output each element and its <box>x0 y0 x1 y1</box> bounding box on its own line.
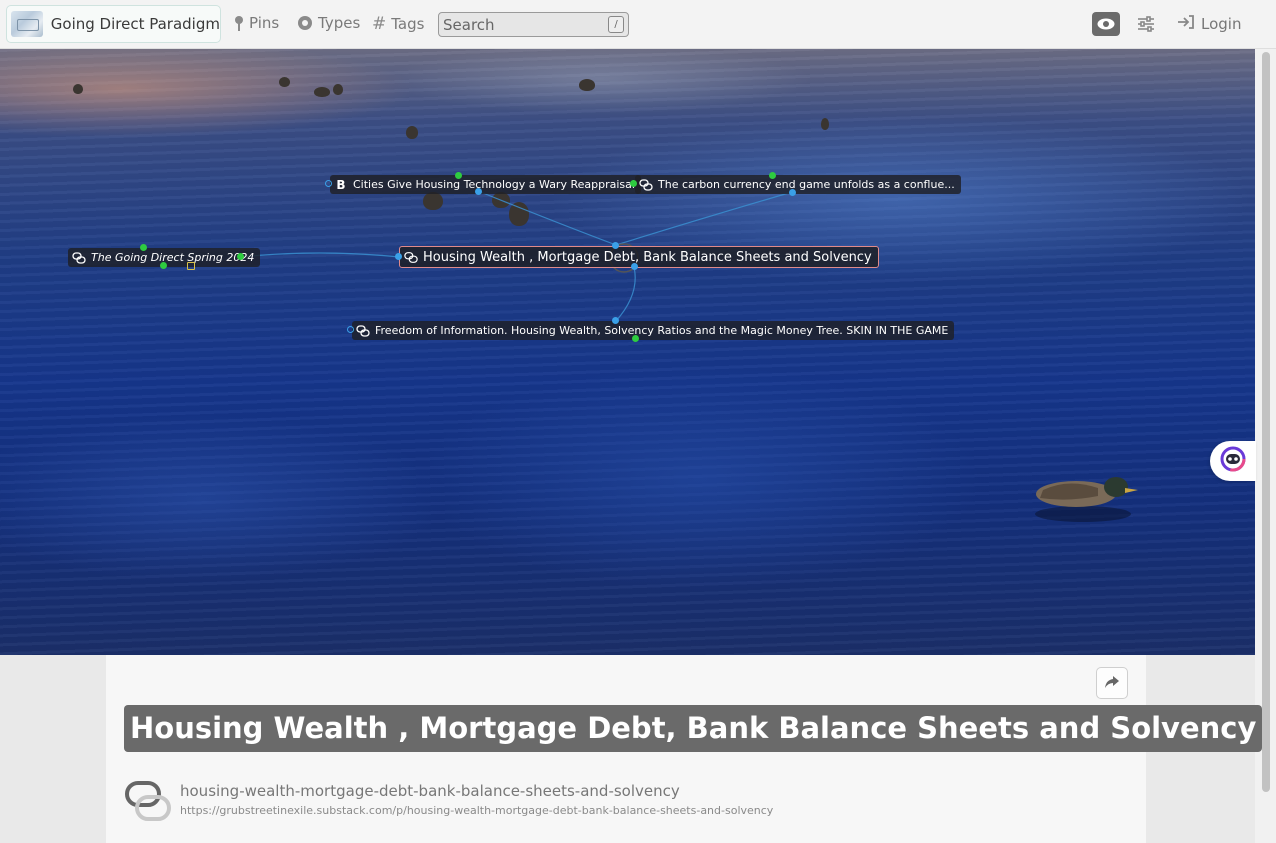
view-toggle-button[interactable] <box>1092 12 1120 36</box>
share-button[interactable] <box>1096 667 1128 699</box>
link-icon <box>639 178 653 192</box>
login-button[interactable]: Login <box>1177 14 1241 34</box>
login-label: Login <box>1201 15 1242 33</box>
graph-node-label: Freedom of Information. Housing Wealth, … <box>375 324 949 337</box>
connector-dot[interactable] <box>325 180 332 187</box>
connector-dot[interactable] <box>789 189 796 196</box>
graph-node[interactable]: Freedom of Information. Housing Wealth, … <box>352 321 955 340</box>
circle-icon <box>297 15 313 31</box>
connector-dot[interactable] <box>140 244 147 251</box>
note-icon[interactable] <box>187 262 195 270</box>
nav-types[interactable]: Types <box>297 14 360 32</box>
article-url[interactable]: https://grubstreetinexile.substack.com/p… <box>180 804 773 817</box>
graph-node[interactable]: The carbon currency end game unfolds as … <box>635 175 961 194</box>
pin-icon <box>234 15 244 31</box>
graph-node-label: Housing Wealth , Mortgage Debt, Bank Bal… <box>423 249 872 265</box>
article-title: Housing Wealth , Mortgage Debt, Bank Bal… <box>124 705 1263 752</box>
eye-icon <box>1097 15 1115 34</box>
search-input[interactable] <box>438 12 629 37</box>
connector-dot[interactable] <box>455 172 462 179</box>
brand-thumbnail <box>11 11 43 37</box>
login-icon <box>1177 14 1201 34</box>
connector-dot[interactable] <box>475 188 482 195</box>
link-icon <box>404 250 418 264</box>
chat-assistant-button[interactable] <box>1210 441 1256 481</box>
brand-button[interactable]: Going Direct Paradigm <box>6 5 221 43</box>
connector-dot[interactable] <box>612 317 619 324</box>
nav-pins-label: Pins <box>249 14 280 32</box>
sliders-icon <box>1136 16 1156 38</box>
graph-node[interactable]: B Cities Give Housing Technology a Wary … <box>330 175 641 194</box>
bold-b-icon: B <box>336 177 346 192</box>
nav-types-label: Types <box>318 14 361 32</box>
connector-dot[interactable] <box>160 262 167 269</box>
hash-icon: # <box>372 14 387 34</box>
connector-dot[interactable] <box>631 263 638 270</box>
search-shortcut-key: / <box>608 16 624 33</box>
graph-edges <box>239 190 793 322</box>
connector-dot[interactable] <box>632 335 639 342</box>
connector-dot[interactable] <box>612 242 619 249</box>
article-slug[interactable]: housing-wealth-mortgage-debt-bank-balanc… <box>180 782 680 800</box>
graph-node-label: The Going Direct Spring 2024 <box>91 251 255 264</box>
share-arrow-icon <box>1104 674 1120 693</box>
nav-tags-label: Tags <box>391 15 425 33</box>
connector-dot[interactable] <box>347 326 354 333</box>
nav-pins[interactable]: Pins <box>234 14 279 32</box>
chat-bot-icon <box>1220 446 1246 476</box>
link-icon <box>356 324 370 338</box>
connector-dot[interactable] <box>630 180 637 187</box>
graph-node-label: The carbon currency end game unfolds as … <box>658 178 955 191</box>
link-icon <box>72 251 86 265</box>
link-icon <box>124 779 174 825</box>
article-panel: Housing Wealth , Mortgage Debt, Bank Bal… <box>106 655 1263 843</box>
graph-node-central[interactable]: Housing Wealth , Mortgage Debt, Bank Bal… <box>399 246 879 268</box>
connector-dot[interactable] <box>395 253 402 260</box>
connector-dot[interactable] <box>237 253 244 260</box>
graph-node-label: Cities Give Housing Technology a Wary Re… <box>353 178 635 191</box>
top-bar: Going Direct Paradigm Pins Types # Tags … <box>0 0 1276 49</box>
settings-sliders-button[interactable] <box>1136 14 1156 34</box>
brand-name: Going Direct Paradigm <box>50 15 220 33</box>
nav-tags[interactable]: # Tags <box>372 14 424 34</box>
graph-canvas[interactable]: B Cities Give Housing Technology a Wary … <box>0 49 1255 655</box>
scrollbar-thumb[interactable] <box>1262 52 1270 792</box>
connector-dot[interactable] <box>769 172 776 179</box>
